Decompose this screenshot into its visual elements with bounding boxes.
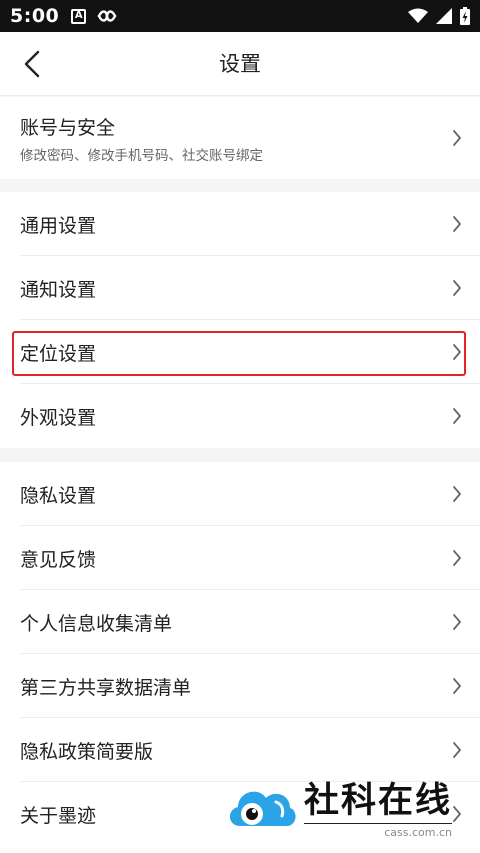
row-label: 第三方共享数据清单 (20, 676, 192, 699)
watermark-logo (224, 780, 298, 840)
row-label: 通知设置 (20, 278, 97, 301)
row-subtitle: 修改密码、修改手机号码、社交账号绑定 (20, 147, 263, 164)
back-button[interactable] (14, 46, 50, 82)
settings-row-notification[interactable]: 通知设置 (20, 256, 480, 320)
chevron-right-icon (453, 216, 461, 232)
settings-row-account-security[interactable]: 账号与安全 修改密码、修改手机号码、社交账号绑定 (20, 97, 480, 179)
settings-group-general: 通用设置 通知设置 定位设置 外观设置 (0, 192, 480, 448)
settings-row-general[interactable]: 通用设置 (20, 192, 480, 256)
row-label: 通用设置 (20, 214, 97, 237)
cloud-eye-logo-icon (229, 791, 296, 826)
chevron-left-icon (24, 50, 40, 78)
row-label: 关于墨迹 (20, 804, 97, 827)
row-label: 隐私政策简要版 (20, 740, 154, 763)
chevron-right-icon (453, 408, 461, 424)
battery-charging-icon (460, 7, 470, 25)
link-icon (98, 10, 117, 22)
watermark: 社科在线 cass.com.cn (224, 770, 480, 850)
chevron-right-icon (453, 280, 461, 296)
settings-group-account: 账号与安全 修改密码、修改手机号码、社交账号绑定 (0, 97, 480, 179)
settings-row-appearance[interactable]: 外观设置 (20, 384, 480, 448)
row-label: 定位设置 (20, 342, 97, 365)
status-time: 5:00 (10, 5, 60, 27)
row-label: 个人信息收集清单 (20, 612, 173, 635)
status-system-icons (408, 7, 470, 25)
settings-row-feedback[interactable]: 意见反馈 (20, 526, 480, 590)
watermark-url: cass.com.cn (304, 823, 453, 839)
watermark-text: 社科在线 cass.com.cn (304, 780, 453, 839)
page-title: 设置 (219, 52, 261, 76)
status-notification-icons: A (71, 8, 118, 24)
settings-row-personal-info-list[interactable]: 个人信息收集清单 (20, 590, 480, 654)
chevron-right-icon (453, 130, 461, 146)
chevron-right-icon (453, 678, 461, 694)
chevron-right-icon (453, 742, 461, 758)
status-bar: 5:00 A (0, 0, 480, 32)
app-a-icon: A (71, 8, 87, 24)
settings-row-location[interactable]: 定位设置 (20, 320, 480, 384)
settings-row-privacy[interactable]: 隐私设置 (20, 462, 480, 526)
row-label: 隐私设置 (20, 484, 97, 507)
top-app-bar: 设置 (0, 32, 480, 96)
watermark-title: 社科在线 (304, 780, 453, 821)
signal-icon (436, 8, 452, 24)
chevron-right-icon (453, 614, 461, 630)
settings-row-third-party-data-list[interactable]: 第三方共享数据清单 (20, 654, 480, 718)
row-label: 外观设置 (20, 406, 97, 429)
row-label: 意见反馈 (20, 548, 97, 571)
chevron-right-icon (453, 486, 461, 502)
chevron-right-icon (453, 344, 461, 360)
wifi-icon (408, 8, 428, 23)
chevron-right-icon (453, 550, 461, 566)
row-label: 账号与安全 (20, 116, 116, 139)
